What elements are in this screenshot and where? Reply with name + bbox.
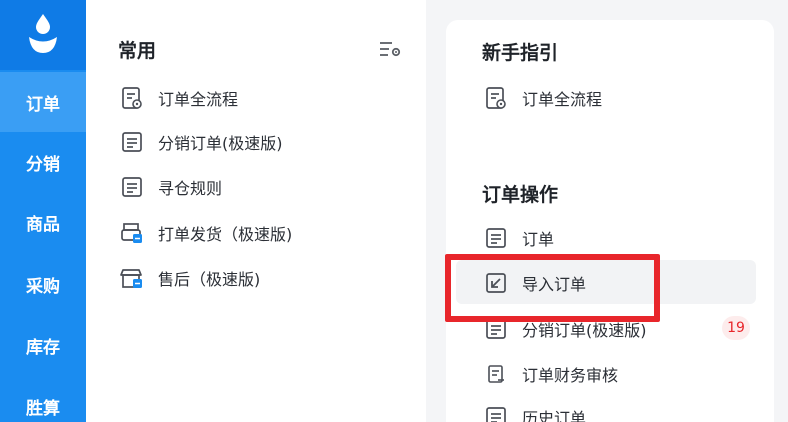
menu-item-label: 寻仓规则 <box>158 179 223 198</box>
menu-item-label: 历史订单 <box>522 409 587 422</box>
order-ops-item-orders[interactable]: 订单 <box>484 223 554 253</box>
logo[interactable] <box>0 0 86 70</box>
document-gear-icon <box>486 87 506 109</box>
common-title: 常用 <box>118 40 157 62</box>
nav-item-analytics[interactable]: 胜算 <box>0 376 86 422</box>
nav-item-label: 商品 <box>26 214 60 235</box>
document-gear-icon <box>122 87 142 109</box>
nav-item-inventory[interactable]: 库存 <box>0 315 86 375</box>
menu-item-label: 订单财务审核 <box>522 366 619 385</box>
nav-item-label: 胜算 <box>26 398 60 419</box>
nav-item-label: 订单 <box>26 94 60 115</box>
app-window: 订单 分销 商品 采购 库存 胜算 常用 订单全流程 分销订单(极速版) 寻仓规… <box>0 0 788 422</box>
nav-item-products[interactable]: 商品 <box>0 192 86 252</box>
menu-item-label: 打单发货（极速版) <box>158 225 293 244</box>
store-icon <box>120 269 142 288</box>
document-lines-icon <box>486 407 506 422</box>
order-ops-item-finance-review[interactable]: 订单财务审核 <box>484 359 618 389</box>
list-settings-icon <box>380 42 401 57</box>
nav-item-purchasing[interactable]: 采购 <box>0 254 86 314</box>
main-nav-rail: 订单 分销 商品 采购 库存 胜算 <box>0 0 86 422</box>
common-item-after-sales[interactable]: 售后（极速版) <box>120 263 260 293</box>
menu-item-label: 订单全流程 <box>522 90 603 109</box>
water-drop-logo-icon <box>29 14 57 53</box>
guide-item-order-flow[interactable]: 订单全流程 <box>484 83 602 113</box>
common-panel: 常用 订单全流程 分销订单(极速版) 寻仓规则 打单发货（极速版) 售后（极速版… <box>86 0 426 422</box>
document-lines-icon <box>122 177 142 197</box>
guide-title: 新手指引 <box>482 42 559 64</box>
common-item-distribution-orders[interactable]: 分销订单(极速版) <box>120 127 283 157</box>
nav-item-distribution[interactable]: 分销 <box>0 132 86 192</box>
common-item-warehouse-rules[interactable]: 寻仓规则 <box>120 172 222 202</box>
menu-item-label: 分销订单(极速版) <box>158 134 283 153</box>
menu-item-label: 订单 <box>522 230 555 249</box>
common-item-print-ship[interactable]: 打单发货（极速版) <box>120 218 292 248</box>
nav-item-label: 分销 <box>26 154 60 175</box>
menu-card: 新手指引 订单全流程 订单操作 订单 导入订单 分销订单(极速版) 订单财务审核… <box>446 20 774 422</box>
order-ops-title: 订单操作 <box>482 184 559 206</box>
document-check-icon <box>488 365 504 383</box>
count-badge: 19 <box>722 316 750 340</box>
menu-item-label: 售后（极速版) <box>158 270 261 289</box>
common-item-order-flow[interactable]: 订单全流程 <box>120 83 238 113</box>
nav-item-label: 库存 <box>26 337 60 358</box>
printer-icon <box>121 223 142 243</box>
order-ops-item-history-orders[interactable]: 历史订单 <box>484 402 586 422</box>
nav-item-label: 采购 <box>26 276 60 297</box>
document-lines-icon <box>486 228 506 248</box>
annotation-highlight-box <box>445 254 660 322</box>
menu-item-label: 订单全流程 <box>158 90 239 109</box>
document-lines-icon <box>122 132 142 152</box>
customize-button[interactable] <box>378 38 402 60</box>
nav-item-orders[interactable]: 订单 <box>0 72 86 132</box>
